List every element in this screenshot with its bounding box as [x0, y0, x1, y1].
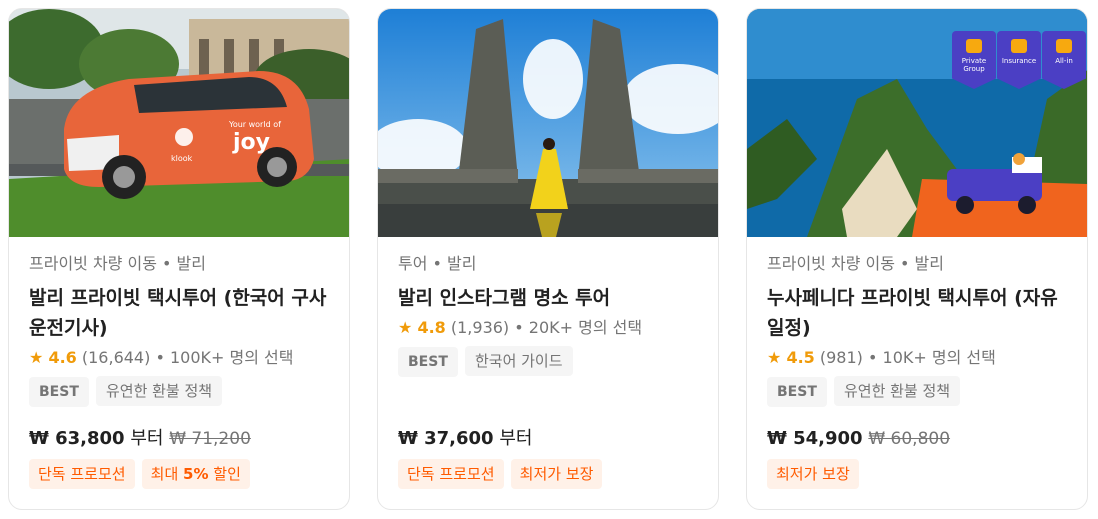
promo-exclusive: 단독 프로모션: [29, 459, 135, 489]
feature-tag: 유연한 환불 정책: [833, 376, 961, 406]
promo-best-price: 최저가 보장: [510, 459, 603, 489]
booked-count: • 20K+ 명의 선택: [514, 318, 643, 337]
booked-count: • 10K+ 명의 선택: [868, 348, 996, 367]
badge-all-in: All-in: [1042, 31, 1086, 89]
card-tags: BEST 한국어 가이드: [398, 346, 702, 378]
card-price: ₩ 37,600 부터: [398, 427, 532, 451]
card-title[interactable]: 발리 인스타그램 명소 투어: [398, 283, 702, 313]
card-image-temple-gate: [378, 9, 718, 237]
card-title[interactable]: 발리 프라이빗 택시투어 (한국어 구사 운전기사): [29, 283, 333, 343]
price-suffix: 부터: [499, 428, 533, 449]
car-slogan-text: Your world of: [228, 120, 281, 129]
rating-score: 4.8: [417, 318, 446, 337]
activity-card-bali-private-taxi[interactable]: klook Your world of joy 프라이빗 차량 이동 • 발리 …: [8, 8, 350, 510]
star-icon: ★: [29, 348, 44, 367]
price-current: ₩ 37,600: [398, 428, 494, 449]
price-original: ₩ 71,200: [169, 429, 251, 449]
card-price: ₩ 54,900 ₩ 60,800: [767, 427, 950, 451]
best-tag: BEST: [767, 377, 827, 407]
rating-count: (1,936): [450, 318, 510, 337]
ticket-icon: [1056, 39, 1072, 53]
card-price: ₩ 63,800 부터 ₩ 71,200: [29, 427, 251, 451]
promo-best-price: 최저가 보장: [767, 459, 859, 489]
booked-count: • 100K+ 명의 선택: [155, 348, 294, 367]
car-brand-text: klook: [171, 154, 193, 163]
card-promos: 단독 프로모션 최대 5% 할인: [29, 459, 252, 489]
card-promos: 단독 프로모션 최저가 보장: [398, 459, 604, 489]
promo-discount: 최대 5% 할인: [141, 459, 250, 489]
badge-insurance: Insurance: [997, 31, 1041, 89]
card-category: 프라이빗 차량 이동 • 발리: [29, 254, 206, 273]
card-rating: ★ 4.5 (981) • 10K+ 명의 선택: [767, 346, 1071, 370]
best-tag: BEST: [29, 377, 89, 407]
card-category: 투어 • 발리: [398, 254, 477, 273]
price-suffix: 부터: [130, 428, 164, 449]
card-rating: ★ 4.8 (1,936) • 20K+ 명의 선택: [398, 316, 702, 340]
feature-tag: 유연한 환불 정책: [95, 376, 223, 406]
rating-count: (16,644): [81, 348, 151, 367]
card-title[interactable]: 누사페니다 프라이빗 택시투어 (자유일정): [767, 283, 1071, 343]
card-image-car: klook Your world of joy: [9, 9, 349, 237]
best-tag: BEST: [398, 347, 458, 377]
card-promos: 최저가 보장: [767, 459, 861, 489]
rating-score: 4.5: [786, 348, 815, 367]
star-icon: ★: [398, 318, 413, 337]
car-joy-text: joy: [232, 130, 270, 155]
insurance-icon: [1011, 39, 1027, 53]
feature-tag: 한국어 가이드: [464, 346, 573, 376]
star-icon: ★: [767, 348, 782, 367]
rating-count: (981): [819, 348, 863, 367]
crown-icon: [966, 39, 982, 53]
promo-exclusive: 단독 프로모션: [398, 459, 504, 489]
card-category: 프라이빗 차량 이동 • 발리: [767, 254, 944, 273]
price-current: ₩ 63,800: [29, 428, 125, 449]
card-rating: ★ 4.6 (16,644) • 100K+ 명의 선택: [29, 346, 333, 370]
rating-score: 4.6: [48, 348, 77, 367]
price-original: ₩ 60,800: [868, 429, 951, 449]
price-current: ₩ 54,900: [767, 428, 863, 449]
activity-card-bali-instagram-tour[interactable]: 투어 • 발리 발리 인스타그램 명소 투어 ★ 4.8 (1,936) • 2…: [377, 8, 719, 510]
badge-private-group: Private Group: [952, 31, 996, 89]
card-tags: BEST 유연한 환불 정책: [767, 376, 1071, 408]
card-tags: BEST 유연한 환불 정책: [29, 376, 333, 408]
activity-card-nusa-penida-taxi[interactable]: Private Group Insurance All-in 프라이빗 차량 이…: [746, 8, 1088, 510]
